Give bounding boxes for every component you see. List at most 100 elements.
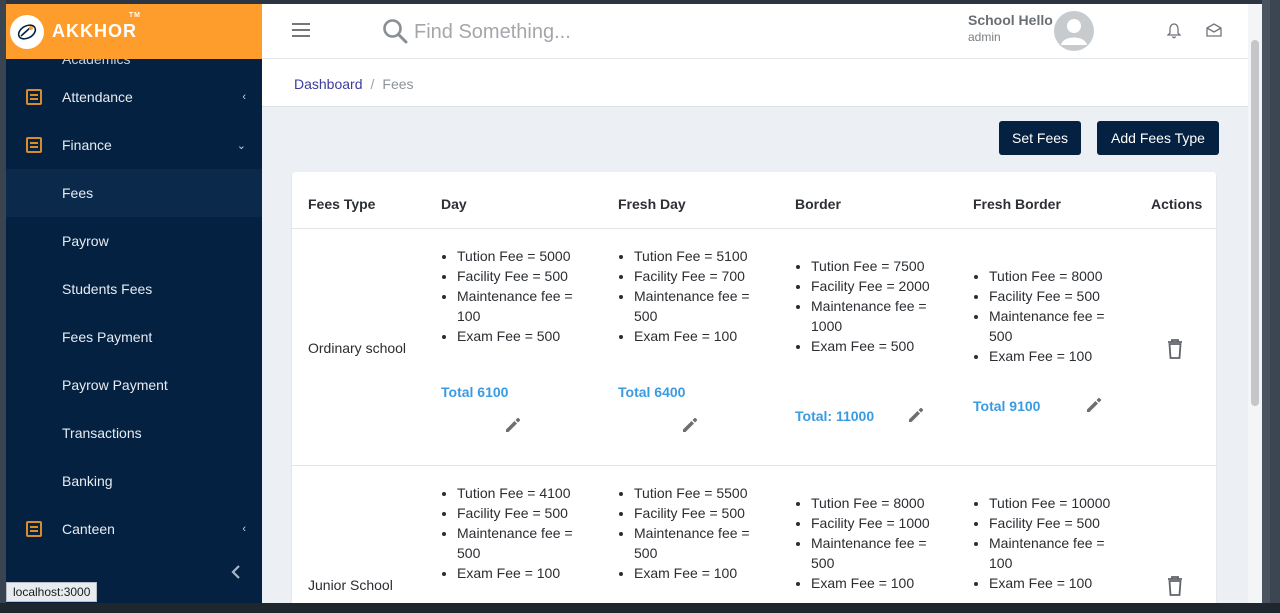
column-header-border: Border [795,196,841,212]
border-fees-list: Tution Fee = 7500 Facility Fee = 2000 Ma… [779,256,949,356]
list-item: Tution Fee = 10000 [989,493,1127,513]
fresh-border-total: Total 9100 [973,398,1041,414]
brand-header[interactable]: AKKHOR TM [6,4,262,59]
list-icon [26,89,42,105]
list-item: Exam Fee = 100 [634,326,772,346]
list-item: Facility Fee = 500 [989,513,1127,533]
bell-icon[interactable] [1167,23,1181,39]
list-item: Tution Fee = 5100 [634,246,772,266]
topbar: School Hello admin [262,4,1262,59]
sidebar-item-label: Finance [62,137,112,153]
column-header-actions: Actions [1151,196,1203,212]
chevron-left-icon [231,565,240,579]
list-item: Facility Fee = 500 [457,503,595,523]
day-total: Total 6100 [441,384,509,400]
border-fees-list: Tution Fee = 8000 Facility Fee = 1000 Ma… [779,493,949,593]
fees-type-cell: Junior School [308,577,393,593]
border-total: Total: 11000 [795,408,875,424]
header-divider [292,228,1216,229]
brand-name-text: AKKHOR [52,21,137,41]
list-item: Facility Fee = 2000 [811,276,949,296]
status-bar-url: localhost:3000 [6,582,98,602]
list-item: Exam Fee = 100 [811,573,949,593]
fees-table: Fees Type Day Fresh Day Border Fresh Bor… [292,172,1216,603]
fees-type-cell: Ordinary school [308,340,407,356]
logo-icon [10,14,44,49]
sidebar-subitem-students-fees[interactable]: Students Fees [6,265,262,313]
trademark: TM [128,12,141,19]
sidebar-item-label: Canteen [62,521,115,537]
edit-icon[interactable] [503,415,523,435]
sidebar-item-academics[interactable]: Academics [6,59,262,73]
list-icon [26,521,42,537]
list-item: Tution Fee = 5000 [457,246,595,266]
day-fees-list: Tution Fee = 4100 Facility Fee = 500 Mai… [425,483,595,583]
list-item: Exam Fee = 100 [989,573,1127,593]
sidebar-subitem-payrow-payment[interactable]: Payrow Payment [6,361,262,409]
sidebar-subitem-banking[interactable]: Banking [6,457,262,505]
list-item: Maintenance fee = 100 [457,286,595,326]
avatar[interactable] [1054,11,1094,51]
sidebar-item-attendance[interactable]: Attendance ‹ [6,73,262,121]
page-scrollbar-thumb[interactable] [1251,40,1259,406]
user-icon [1061,19,1087,45]
sidebar-subitem-fees[interactable]: Fees [6,169,262,217]
list-item: Exam Fee = 100 [457,563,595,583]
day-fees-list: Tution Fee = 5000 Facility Fee = 500 Mai… [425,246,595,346]
fresh-border-fees-list: Tution Fee = 10000 Facility Fee = 500 Ma… [957,493,1127,593]
chevron-left-icon: ‹ [242,91,246,103]
fresh-day-total: Total 6400 [618,384,686,400]
list-item: Tution Fee = 4100 [457,483,595,503]
list-item: Maintenance fee = 500 [457,523,595,563]
chevron-down-icon: ⌄ [236,139,246,152]
search-input[interactable] [414,18,794,46]
breadcrumb: Dashboard / Fees [262,59,1248,107]
list-item: Facility Fee = 500 [634,503,772,523]
list-item: Maintenance fee = 500 [811,533,949,573]
fresh-day-fees-list: Tution Fee = 5100 Facility Fee = 700 Mai… [602,246,772,346]
mail-icon[interactable] [1206,23,1222,37]
column-header-fresh-day: Fresh Day [618,196,686,212]
list-item: Tution Fee = 5500 [634,483,772,503]
set-fees-button[interactable]: Set Fees [999,121,1081,155]
desktop-edge-right [1262,0,1280,613]
column-header-fees-type: Fees Type [308,196,376,212]
list-item: Maintenance fee = 500 [634,286,772,326]
edit-icon[interactable] [680,415,700,435]
sidebar-subitem-transactions[interactable]: Transactions [6,409,262,457]
list-item: Exam Fee = 100 [634,563,772,583]
user-name[interactable]: School Hello [968,12,1053,28]
row-divider [292,465,1216,466]
fresh-day-fees-list: Tution Fee = 5500 Facility Fee = 500 Mai… [602,483,772,583]
list-item: Exam Fee = 500 [811,336,949,356]
sidebar-subitem-payrow[interactable]: Payrow [6,217,262,265]
menu-toggle-icon[interactable] [292,23,310,37]
search-icon[interactable] [382,18,408,44]
sidebar-collapse-button[interactable] [230,564,242,585]
add-fees-type-button[interactable]: Add Fees Type [1097,121,1219,155]
sidebar-subitem-fees-payment[interactable]: Fees Payment [6,313,262,361]
delete-icon[interactable] [1167,339,1183,359]
column-header-fresh-border: Fresh Border [973,196,1061,212]
edit-icon[interactable] [906,405,926,425]
desktop-edge-bottom [0,603,1280,613]
sidebar-item-finance[interactable]: Finance ⌄ [6,121,262,169]
list-item: Exam Fee = 100 [989,346,1127,366]
list-item: Tution Fee = 7500 [811,256,949,276]
chevron-left-icon: ‹ [242,523,246,535]
breadcrumb-dashboard-link[interactable]: Dashboard [294,76,363,92]
delete-icon[interactable] [1167,576,1183,596]
sidebar-item-canteen[interactable]: Canteen ‹ [6,505,262,553]
sidebar-item-label: Attendance [62,89,133,105]
browser-viewport: AKKHOR TM Academics Attendance ‹ Finance… [6,4,1262,603]
list-item: Maintenance fee = 500 [989,306,1127,346]
list-item: Maintenance fee = 1000 [811,296,949,336]
list-item: Maintenance fee = 100 [989,533,1127,573]
sidebar: AKKHOR TM Academics Attendance ‹ Finance… [6,4,262,603]
breadcrumb-current: Fees [382,76,414,92]
sidebar-item-label: Academics [62,59,131,67]
list-item: Facility Fee = 1000 [811,513,949,533]
list-item: Facility Fee = 700 [634,266,772,286]
list-item: Facility Fee = 500 [989,286,1127,306]
edit-icon[interactable] [1084,395,1104,415]
